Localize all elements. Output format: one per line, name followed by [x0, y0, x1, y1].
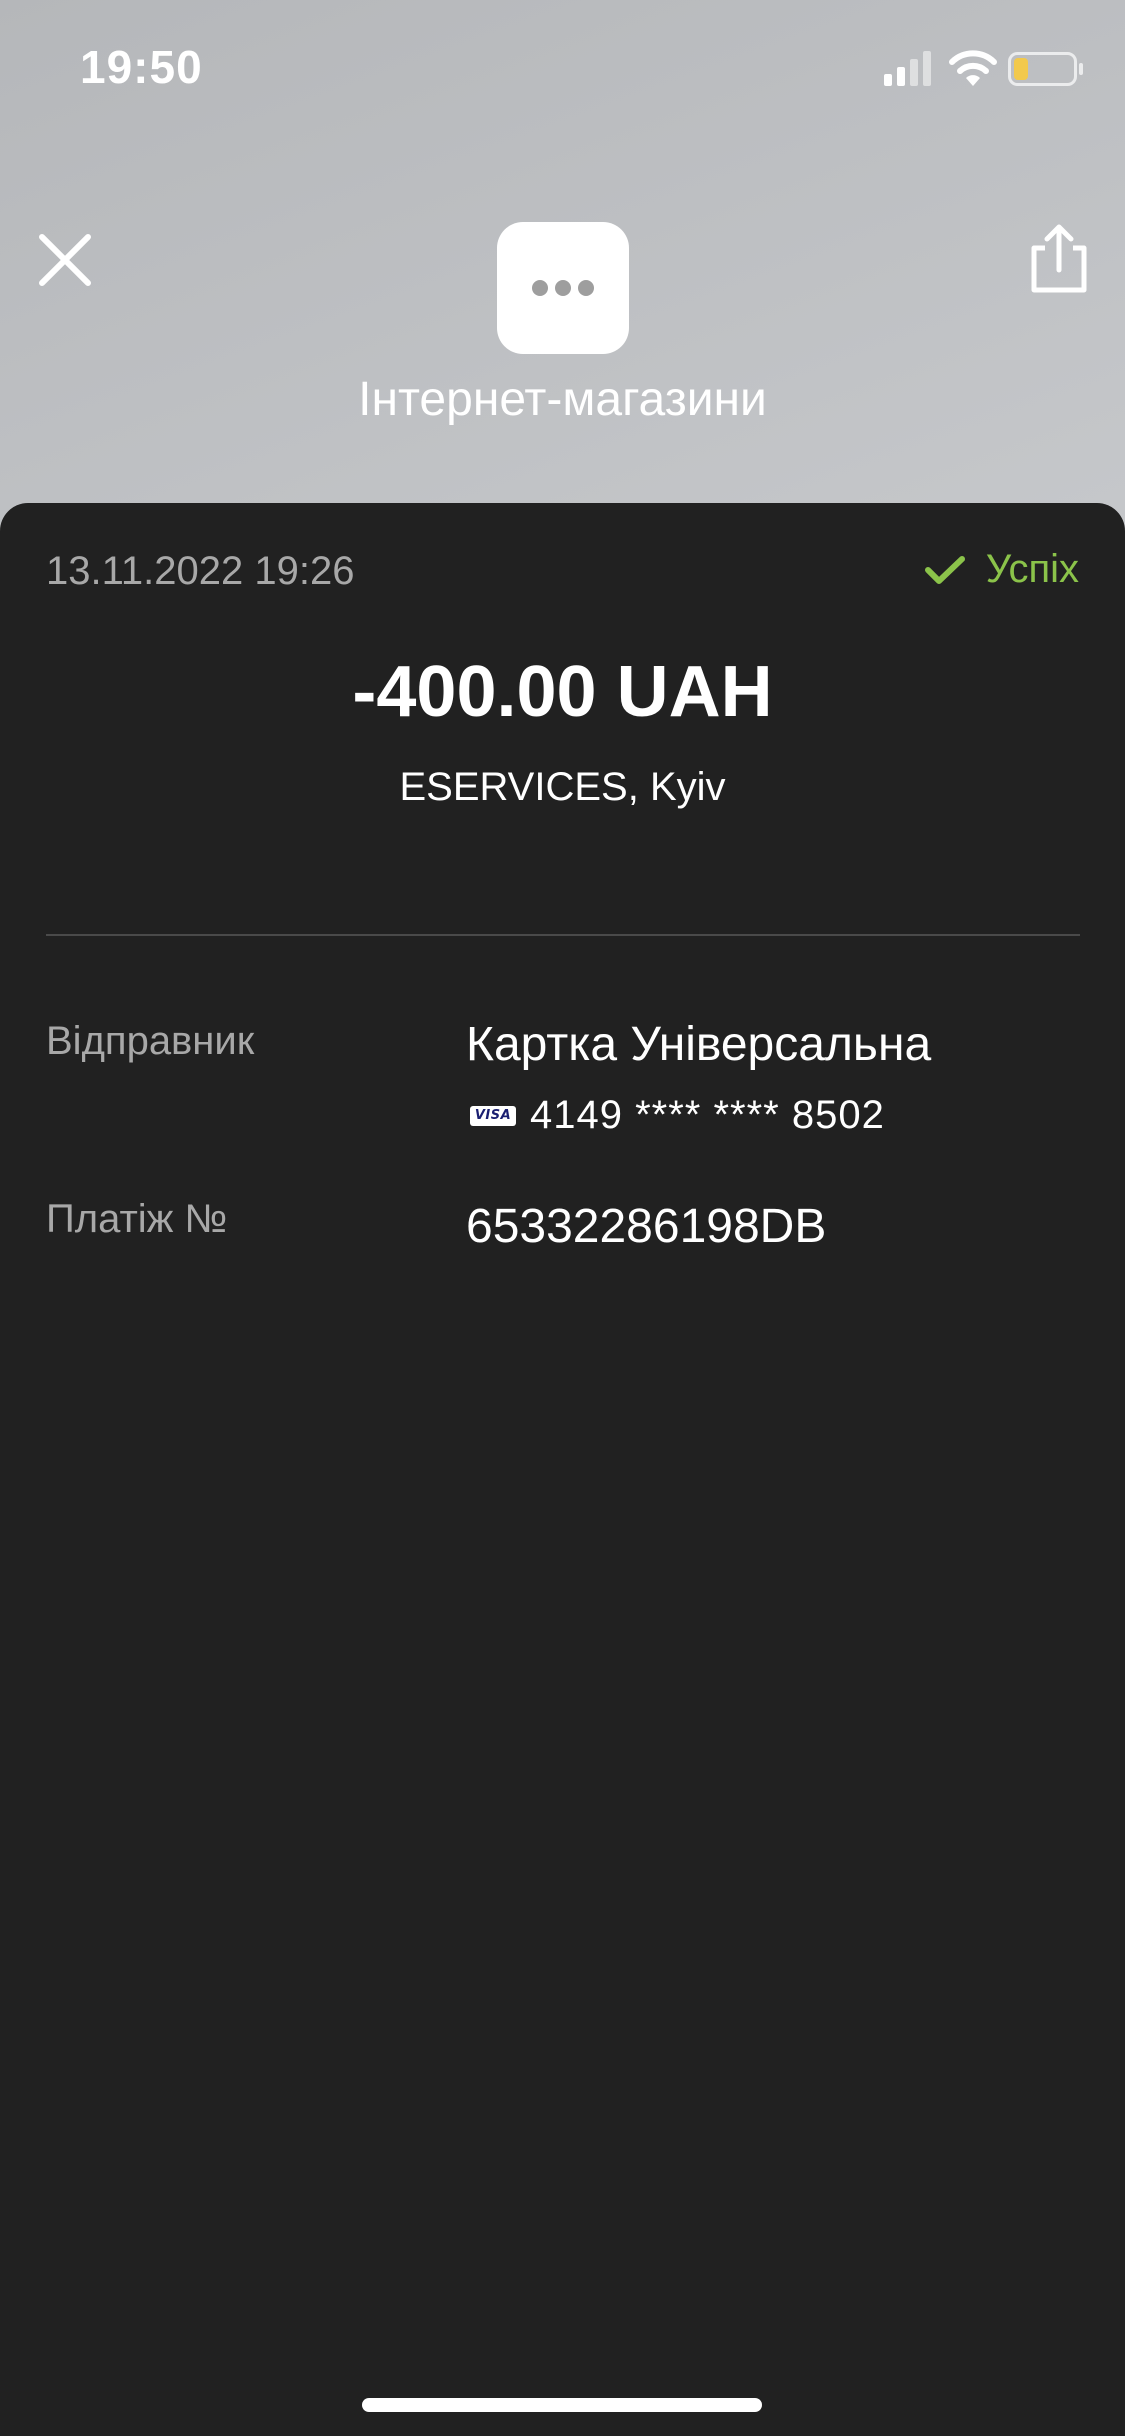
merchant-name: ESERVICES, Kyiv [399, 765, 726, 809]
battery-icon [1008, 52, 1083, 86]
transaction-amount: -400.00 UAH [352, 652, 773, 732]
transaction-date: 13.11.2022 19:26 [46, 549, 355, 593]
signal-icon [884, 51, 931, 86]
sender-label: Відправник [46, 1019, 255, 1063]
status-text: Успіх [985, 547, 1079, 591]
status-time: 19:50 [80, 41, 203, 93]
checkmark-icon [924, 555, 965, 584]
close-icon [39, 234, 91, 286]
share-button[interactable] [1022, 222, 1096, 298]
home-indicator[interactable] [362, 2398, 762, 2412]
status-badge: Успіх [924, 547, 1079, 592]
payment-number-label: Платіж № [46, 1197, 228, 1241]
close-button[interactable] [30, 225, 100, 295]
share-icon [1031, 224, 1087, 293]
wifi-icon [949, 50, 997, 86]
card-number: 4149 **** **** 8502 [530, 1093, 885, 1137]
battery-level [1014, 58, 1028, 80]
transaction-details-sheet: 13.11.2022 19:26 Успіх -400.00 UAH ESERV… [0, 503, 1125, 2436]
divider [46, 934, 1080, 936]
visa-icon: VISA [470, 1105, 516, 1126]
sender-card-name: Картка Універсальна [466, 1018, 932, 1071]
category-icon-tile [497, 222, 629, 354]
status-bar: 19:50 [0, 0, 1125, 140]
payment-number: 65332286198DB [466, 1200, 827, 1253]
more-dots-icon [532, 280, 594, 296]
category-title: Інтернет-магазини [358, 373, 767, 426]
sender-card-line: VISA 4149 **** **** 8502 [470, 1093, 885, 1138]
